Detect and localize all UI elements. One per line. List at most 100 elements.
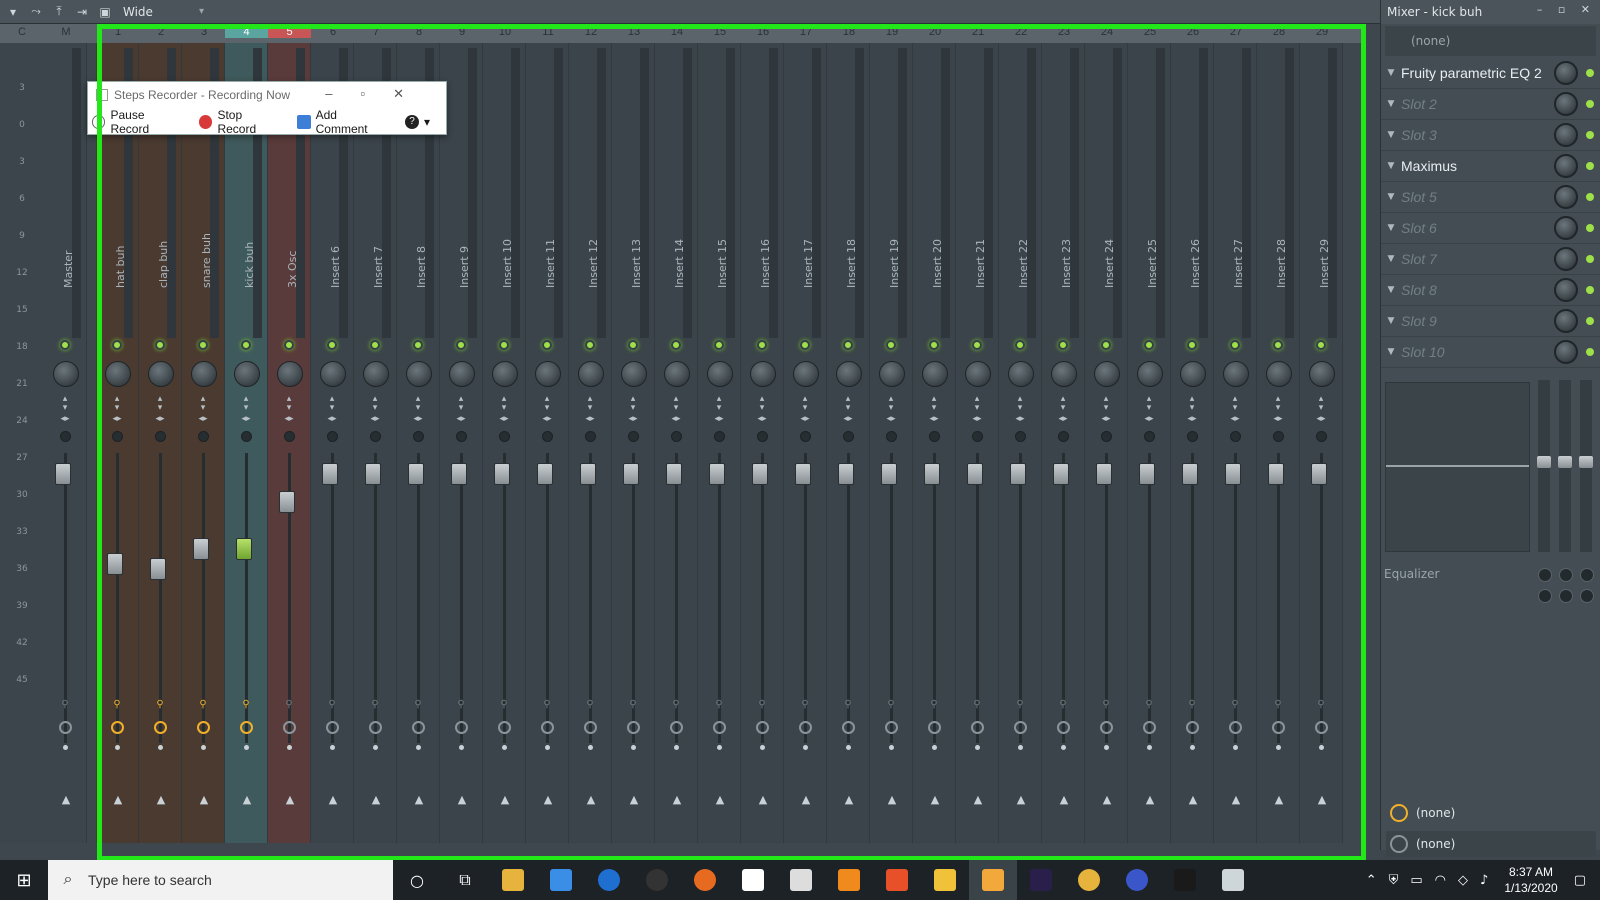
send-arrow-icon[interactable]: ▲ <box>670 793 684 806</box>
record-arm-icon[interactable]: ⚲ <box>111 699 123 711</box>
separation-knob[interactable] <box>628 431 639 442</box>
swap-channels-icon[interactable]: ◂▸ <box>668 414 684 424</box>
volume-fader[interactable] <box>881 463 897 485</box>
pan-knob[interactable] <box>1094 361 1120 387</box>
route-dot[interactable] <box>502 745 507 750</box>
record-arm-icon[interactable]: ⚲ <box>756 699 768 711</box>
mute-led[interactable] <box>800 340 810 350</box>
separation-knob[interactable] <box>929 431 940 442</box>
stereo-separation-icon[interactable]: ▴ ▾ <box>1270 395 1286 413</box>
file-explorer-icon[interactable] <box>489 860 537 900</box>
mute-led[interactable] <box>585 340 595 350</box>
latency-icon[interactable] <box>842 721 855 734</box>
record-arm-icon[interactable]: ⚲ <box>541 699 553 711</box>
mix-knob[interactable] <box>1554 92 1578 116</box>
swap-channels-icon[interactable]: ◂▸ <box>281 414 297 424</box>
swap-channels-icon[interactable]: ◂▸ <box>324 414 340 424</box>
pan-knob[interactable] <box>621 361 647 387</box>
swap-channels-icon[interactable]: ◂▸ <box>367 414 383 424</box>
latency-icon[interactable] <box>197 721 210 734</box>
swap-channels-icon[interactable]: ◂▸ <box>410 414 426 424</box>
chevron-down-icon[interactable]: ▼ <box>1381 285 1401 295</box>
mixer-strip[interactable]: Insert 22 ▴ ▾ ◂▸ ⚲ ▲ <box>999 43 1042 843</box>
latency-icon[interactable] <box>498 721 511 734</box>
record-arm-icon[interactable]: ⚲ <box>842 699 854 711</box>
stereo-separation-icon[interactable]: ▴ ▾ <box>281 395 297 413</box>
record-arm-icon[interactable]: ⚲ <box>59 699 71 711</box>
stereo-separation-icon[interactable]: ▴ ▾ <box>1098 395 1114 413</box>
latency-icon[interactable] <box>369 721 382 734</box>
send-arrow-icon[interactable]: ▲ <box>627 793 641 806</box>
volume-fader[interactable] <box>795 463 811 485</box>
pan-knob[interactable] <box>836 361 862 387</box>
record-arm-icon[interactable]: ⚲ <box>1100 699 1112 711</box>
store-icon[interactable] <box>537 860 585 900</box>
mixer-strip[interactable]: kick buh ▴ ▾ ◂▸ ⚲ ▲ <box>225 43 268 843</box>
mute-led[interactable] <box>1273 340 1283 350</box>
mixer-strip[interactable]: Insert 29 ▴ ▾ ◂▸ ⚲ ▲ <box>1300 43 1343 843</box>
mixer-strip[interactable]: snare buh ▴ ▾ ◂▸ ⚲ ▲ <box>182 43 225 843</box>
send-arrow-icon[interactable]: ▲ <box>1143 793 1157 806</box>
slot-enable-led[interactable] <box>1586 317 1594 325</box>
premiere-icon[interactable] <box>1017 860 1065 900</box>
record-arm-icon[interactable]: ⚲ <box>627 699 639 711</box>
mixer-strip[interactable]: clap buh ▴ ▾ ◂▸ ⚲ ▲ <box>139 43 182 843</box>
route-dot[interactable] <box>588 745 593 750</box>
mixer-strip[interactable]: Insert 9 ▴ ▾ ◂▸ ⚲ ▲ <box>440 43 483 843</box>
send-arrow-icon[interactable]: ▲ <box>240 793 254 806</box>
volume-fader[interactable] <box>752 463 768 485</box>
mute-led[interactable] <box>1058 340 1068 350</box>
volume-fader[interactable] <box>451 463 467 485</box>
output-select-2[interactable]: (none) <box>1386 831 1596 857</box>
pan-knob[interactable] <box>578 361 604 387</box>
latency-icon[interactable] <box>1100 721 1113 734</box>
send-arrow-icon[interactable]: ▲ <box>197 793 211 806</box>
mixer-strip[interactable]: Insert 17 ▴ ▾ ◂▸ ⚲ ▲ <box>784 43 827 843</box>
volume-fader[interactable] <box>236 538 252 560</box>
mixer-strip[interactable]: Insert 25 ▴ ▾ ◂▸ ⚲ ▲ <box>1128 43 1171 843</box>
pan-knob[interactable] <box>277 361 303 387</box>
record-arm-icon[interactable]: ⚲ <box>1229 699 1241 711</box>
latency-icon[interactable] <box>154 721 167 734</box>
volume-fader[interactable] <box>1096 463 1112 485</box>
send-arrow-icon[interactable]: ▲ <box>369 793 383 806</box>
pan-knob[interactable] <box>449 361 475 387</box>
slot-enable-led[interactable] <box>1586 224 1594 232</box>
pan-knob[interactable] <box>1051 361 1077 387</box>
send-arrow-icon[interactable]: ▲ <box>1229 793 1243 806</box>
mixer-strip[interactable]: Insert 8 ▴ ▾ ◂▸ ⚲ ▲ <box>397 43 440 843</box>
mix-knob[interactable] <box>1554 278 1578 302</box>
slot-enable-led[interactable] <box>1586 162 1594 170</box>
chevron-down-icon[interactable]: ▼ <box>1381 316 1401 326</box>
pan-knob[interactable] <box>191 361 217 387</box>
mixer-strip[interactable]: Insert 13 ▴ ▾ ◂▸ ⚲ ▲ <box>612 43 655 843</box>
effect-slot[interactable]: ▼ Slot 7 <box>1381 244 1600 275</box>
pan-knob[interactable] <box>793 361 819 387</box>
layout-select[interactable]: Wide <box>123 5 193 19</box>
record-arm-icon[interactable]: ⚲ <box>713 699 725 711</box>
latency-icon[interactable] <box>885 721 898 734</box>
eq-knob[interactable] <box>1538 568 1552 582</box>
volume-fader[interactable] <box>1225 463 1241 485</box>
send-arrow-icon[interactable]: ▲ <box>584 793 598 806</box>
chevron-down-icon[interactable]: ▼ <box>1381 223 1401 233</box>
mixer-strip[interactable]: hat buh ▴ ▾ ◂▸ ⚲ ▲ <box>96 43 139 843</box>
send-arrow-icon[interactable]: ▲ <box>713 793 727 806</box>
route-dot[interactable] <box>1233 745 1238 750</box>
eq-fader-cap[interactable] <box>1558 456 1572 468</box>
pan-knob[interactable] <box>879 361 905 387</box>
separation-knob[interactable] <box>843 431 854 442</box>
swap-channels-icon[interactable]: ◂▸ <box>496 414 512 424</box>
app-green-icon[interactable] <box>1161 860 1209 900</box>
latency-icon[interactable] <box>1057 721 1070 734</box>
wifi-icon[interactable]: ◠ <box>1435 873 1446 888</box>
volume-fader[interactable] <box>580 463 596 485</box>
separation-knob[interactable] <box>413 431 424 442</box>
slot-enable-led[interactable] <box>1586 69 1594 77</box>
mixer-strip[interactable]: Insert 6 ▴ ▾ ◂▸ ⚲ ▲ <box>311 43 354 843</box>
send-arrow-icon[interactable]: ▲ <box>412 793 426 806</box>
route-dot[interactable] <box>889 745 894 750</box>
volume-fader[interactable] <box>279 491 295 513</box>
stereo-separation-icon[interactable]: ▴ ▾ <box>840 395 856 413</box>
mixer-strip[interactable]: Master ▴ ▾ ◂▸ ⚲ ▲ <box>44 43 87 843</box>
